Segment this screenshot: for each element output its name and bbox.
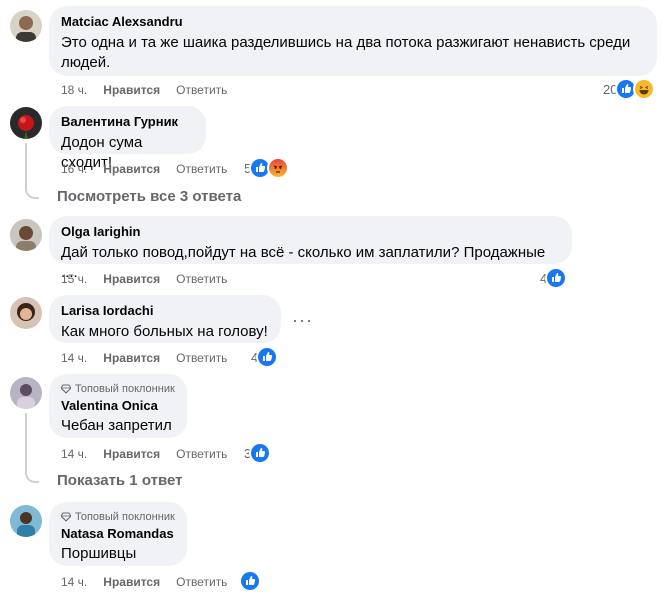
thread-line: [25, 413, 27, 463]
like-icon: [249, 442, 272, 464]
comment-text: людей.: [61, 54, 111, 71]
reply-button[interactable]: Ответить: [176, 575, 227, 589]
like-icon: [239, 570, 261, 592]
comment-bubble: Топовый поклонник Natasa Romandas Поршив…: [49, 502, 187, 566]
comment-time[interactable]: 14 ч.: [61, 575, 87, 589]
like-icon: [545, 267, 568, 289]
comment-author[interactable]: Larisa Iordachi: [61, 303, 269, 319]
haha-icon: [633, 78, 656, 100]
comment-time[interactable]: 14 ч.: [61, 351, 87, 365]
reply-button[interactable]: Ответить: [176, 272, 227, 286]
reply-button[interactable]: Ответить: [176, 447, 227, 461]
diamond-icon: [60, 384, 72, 394]
comment-time[interactable]: 15 ч.: [61, 272, 87, 286]
badge-label: Топовый поклонник: [75, 383, 175, 395]
reaction-summary[interactable]: 20: [603, 78, 656, 100]
like-button[interactable]: Нравится: [103, 351, 160, 365]
comment-author[interactable]: Natasa Romandas: [61, 526, 175, 542]
view-replies-link[interactable]: Показать 1 ответ: [57, 471, 182, 491]
top-fan-badge: Топовый поклонник: [60, 382, 175, 396]
comment-author[interactable]: Валентина Гурник: [61, 114, 194, 130]
thread-line: [25, 183, 39, 199]
angry-icon: [267, 157, 290, 179]
diamond-icon: [60, 512, 72, 522]
reaction-summary[interactable]: 4: [251, 346, 279, 368]
like-button[interactable]: Нравится: [103, 447, 160, 461]
comment-text: Это одна и та же шаика разделившись на д…: [61, 34, 631, 51]
comment-bubble: Olga Iarighin Дай только повод,пойдут на…: [49, 216, 572, 281]
avatar[interactable]: [10, 297, 42, 329]
like-button[interactable]: Нравится: [103, 272, 160, 286]
comment-text: Чебан запретил: [61, 417, 172, 434]
thread-line: [25, 463, 39, 483]
comment-author[interactable]: Valentina Onica: [61, 398, 175, 414]
thread-line: [25, 143, 27, 183]
comment-time[interactable]: 16 ч.: [61, 162, 87, 176]
comment-time[interactable]: 14 ч.: [61, 447, 87, 461]
reaction-summary[interactable]: 5: [244, 157, 290, 179]
comment-bubble: Matciac Alexsandru Это одна и та же шаик…: [49, 6, 657, 76]
like-icon: [256, 346, 279, 368]
badge-label: Топовый поклонник: [75, 511, 175, 523]
comment-bubble: Топовый поклонник Valentina Onica Чебан …: [49, 374, 187, 438]
reply-button[interactable]: Ответить: [176, 162, 227, 176]
avatar[interactable]: [10, 10, 42, 42]
reply-button[interactable]: Ответить: [176, 83, 227, 97]
avatar[interactable]: [10, 219, 42, 251]
comment-author[interactable]: Olga Iarighin: [61, 224, 560, 240]
reaction-summary[interactable]: 3: [244, 442, 272, 464]
like-button[interactable]: Нравится: [103, 162, 160, 176]
like-button[interactable]: Нравится: [103, 83, 160, 97]
avatar[interactable]: [10, 107, 42, 139]
comment-author[interactable]: Matciac Alexsandru: [61, 14, 645, 30]
avatar[interactable]: [10, 377, 42, 409]
comment-meta: 14 ч. Нравится Ответить: [61, 349, 243, 367]
comment-time[interactable]: 18 ч.: [61, 83, 87, 97]
view-replies-link[interactable]: Посмотреть все 3 ответа: [57, 187, 241, 207]
comment-text: Поршивцы: [61, 545, 137, 562]
comment-meta: 15 ч. Нравится Ответить: [61, 270, 243, 288]
comment-meta: 14 ч. Нравится Ответить: [61, 445, 243, 463]
reply-button[interactable]: Ответить: [176, 351, 227, 365]
reaction-summary[interactable]: [239, 570, 261, 592]
reaction-summary[interactable]: 4: [540, 267, 568, 289]
like-button[interactable]: Нравится: [103, 575, 160, 589]
top-fan-badge: Топовый поклонник: [60, 510, 175, 524]
comment-meta: 18 ч. Нравится Ответить: [61, 81, 243, 99]
comment-bubble: Larisa Iordachi Как много больных на гол…: [49, 295, 281, 343]
comment-text: Как много больных на голову!: [61, 323, 268, 340]
comment-meta: 16 ч. Нравится Ответить: [61, 160, 243, 178]
comment-bubble: Валентина Гурник Додон сума сходит!: [49, 106, 206, 171]
more-options-button[interactable]: ···: [292, 310, 313, 331]
avatar[interactable]: [10, 505, 42, 537]
comment-meta: 14 ч. Нравится Ответить: [61, 573, 243, 591]
